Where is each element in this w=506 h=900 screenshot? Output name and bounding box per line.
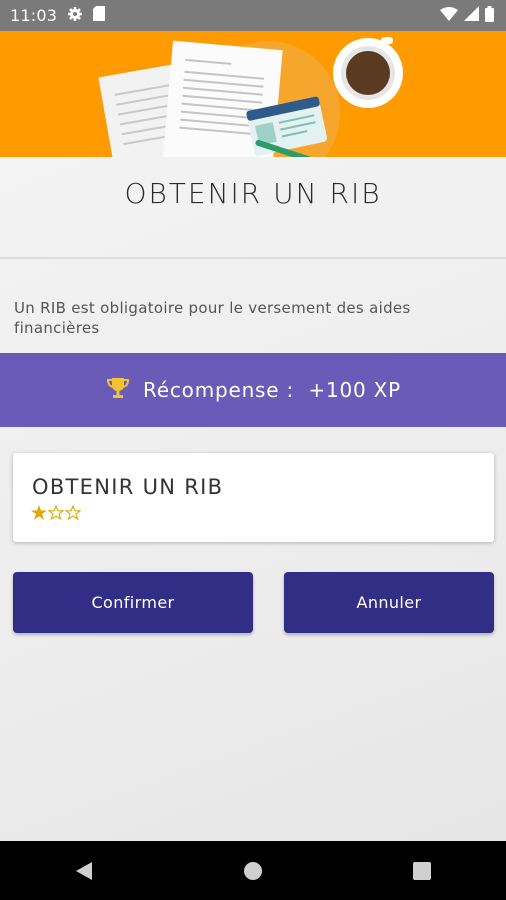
documents-illustration bbox=[98, 37, 403, 157]
signal-icon bbox=[464, 6, 479, 25]
mission-card[interactable]: OBTENIR UN RIB bbox=[13, 453, 494, 542]
star-empty-icon bbox=[64, 504, 82, 524]
wifi-icon bbox=[440, 6, 458, 25]
page-description: Un RIB est obligatoire pour le versement… bbox=[14, 299, 411, 337]
hero-banner bbox=[0, 31, 506, 157]
card-title: OBTENIR UN RIB bbox=[32, 475, 224, 499]
navigation-bar bbox=[0, 841, 506, 900]
battery-icon bbox=[485, 5, 494, 26]
recents-icon[interactable] bbox=[392, 841, 452, 900]
star-empty-icon bbox=[47, 504, 65, 524]
back-icon[interactable] bbox=[54, 841, 114, 900]
status-bar: 11:03 bbox=[0, 0, 506, 31]
status-bar-left: 11:03 bbox=[10, 6, 106, 26]
status-bar-right bbox=[440, 5, 494, 26]
sim-card-icon bbox=[93, 6, 106, 25]
page-title: OBTENIR UN RIB bbox=[124, 177, 382, 210]
gear-icon bbox=[67, 6, 83, 26]
status-time: 11:03 bbox=[10, 6, 58, 25]
main-content: OBTENIR UN RIB Un RIB est obligatoire po… bbox=[0, 157, 506, 841]
trophy-icon bbox=[105, 376, 131, 405]
cancel-button[interactable]: Annuler bbox=[284, 572, 494, 633]
reward-banner: Récompense : +100 XP bbox=[0, 353, 506, 427]
divider bbox=[0, 257, 506, 259]
home-icon[interactable] bbox=[223, 841, 283, 900]
star-rating bbox=[31, 504, 82, 524]
star-filled-icon bbox=[31, 505, 47, 524]
reward-text: Récompense : +100 XP bbox=[142, 378, 402, 402]
confirm-button[interactable]: Confirmer bbox=[13, 572, 253, 633]
